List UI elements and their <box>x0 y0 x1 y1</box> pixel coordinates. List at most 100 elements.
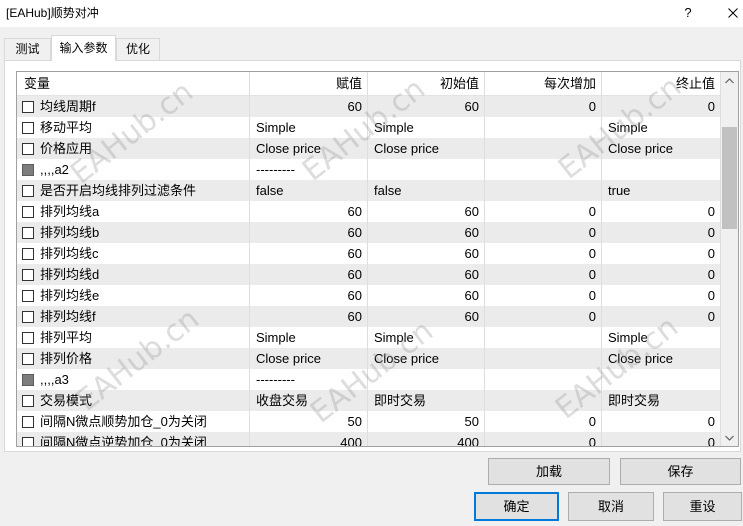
close-button[interactable] <box>722 3 743 23</box>
start-cell[interactable]: 60 <box>368 96 485 117</box>
step-cell[interactable]: 0 <box>485 432 602 446</box>
value-cell[interactable]: 60 <box>250 243 368 264</box>
tab-inputs[interactable]: 输入参数 <box>51 35 116 61</box>
start-cell[interactable]: Close price <box>368 138 485 159</box>
row-checkbox[interactable] <box>22 185 34 197</box>
table-row[interactable]: 排列均线d 60 60 0 0 <box>17 264 721 285</box>
row-checkbox[interactable] <box>22 269 34 281</box>
scroll-down-button[interactable] <box>721 429 738 446</box>
value-cell[interactable]: 收盘交易 <box>250 390 368 411</box>
table-row[interactable]: 排列均线b 60 60 0 0 <box>17 222 721 243</box>
table-row[interactable]: 排列均线e 60 60 0 0 <box>17 285 721 306</box>
stop-cell[interactable]: Simple <box>602 117 721 138</box>
step-cell[interactable] <box>485 180 602 201</box>
start-cell[interactable]: 60 <box>368 243 485 264</box>
load-button[interactable]: 加载 <box>488 458 610 485</box>
value-cell[interactable]: Close price <box>250 138 368 159</box>
reset-button[interactable]: 重设 <box>663 492 742 521</box>
row-checkbox[interactable] <box>22 101 34 113</box>
start-cell[interactable]: 60 <box>368 264 485 285</box>
row-checkbox[interactable] <box>22 437 34 446</box>
column-header-step[interactable]: 每次增加 <box>485 72 602 95</box>
row-checkbox[interactable] <box>22 311 34 323</box>
step-cell[interactable] <box>485 117 602 138</box>
table-row[interactable]: 是否开启均线排列过滤条件 false false true <box>17 180 721 201</box>
start-cell[interactable]: 60 <box>368 201 485 222</box>
start-cell[interactable]: 即时交易 <box>368 390 485 411</box>
step-cell[interactable] <box>485 369 602 390</box>
stop-cell[interactable]: 0 <box>602 201 721 222</box>
stop-cell[interactable]: 0 <box>602 411 721 432</box>
start-cell[interactable]: Simple <box>368 117 485 138</box>
start-cell[interactable]: 60 <box>368 222 485 243</box>
table-row[interactable]: ,,,,a2 --------- <box>17 159 721 180</box>
stop-cell[interactable]: 即时交易 <box>602 390 721 411</box>
tab-test[interactable]: 测试 <box>4 38 51 60</box>
help-button[interactable]: ? <box>677 3 699 23</box>
value-cell[interactable]: 60 <box>250 306 368 327</box>
value-cell[interactable]: 60 <box>250 201 368 222</box>
step-cell[interactable]: 0 <box>485 243 602 264</box>
stop-cell[interactable]: 0 <box>602 264 721 285</box>
table-row[interactable]: 排列价格 Close price Close price Close price <box>17 348 721 369</box>
table-row[interactable]: ,,,,a3 --------- <box>17 369 721 390</box>
value-cell[interactable]: 60 <box>250 264 368 285</box>
cancel-button[interactable]: 取消 <box>568 492 654 521</box>
stop-cell[interactable] <box>602 159 721 180</box>
step-cell[interactable] <box>485 390 602 411</box>
row-checkbox[interactable] <box>22 122 34 134</box>
vertical-scrollbar[interactable] <box>721 72 738 446</box>
step-cell[interactable] <box>485 138 602 159</box>
row-checkbox[interactable] <box>22 248 34 260</box>
value-cell[interactable]: false <box>250 180 368 201</box>
table-row[interactable]: 排列均线f 60 60 0 0 <box>17 306 721 327</box>
step-cell[interactable]: 0 <box>485 411 602 432</box>
column-header-variable[interactable]: 变量 <box>17 72 250 95</box>
step-cell[interactable]: 0 <box>485 306 602 327</box>
table-row[interactable]: 排列均线c 60 60 0 0 <box>17 243 721 264</box>
row-checkbox[interactable] <box>22 416 34 428</box>
value-cell[interactable]: --------- <box>250 159 368 180</box>
table-row[interactable]: 移动平均 Simple Simple Simple <box>17 117 721 138</box>
start-cell[interactable]: 60 <box>368 285 485 306</box>
start-cell[interactable]: 400 <box>368 432 485 446</box>
start-cell[interactable]: Simple <box>368 327 485 348</box>
stop-cell[interactable]: Close price <box>602 348 721 369</box>
start-cell[interactable]: 60 <box>368 306 485 327</box>
row-checkbox[interactable] <box>22 332 34 344</box>
tab-optimize[interactable]: 优化 <box>116 38 160 60</box>
value-cell[interactable]: 400 <box>250 432 368 446</box>
step-cell[interactable] <box>485 327 602 348</box>
row-checkbox[interactable] <box>22 227 34 239</box>
column-header-start[interactable]: 初始值 <box>368 72 485 95</box>
table-row[interactable]: 间隔N微点逆势加仓_0为关闭 400 400 0 0 <box>17 432 721 446</box>
table-row[interactable]: 交易模式 收盘交易 即时交易 即时交易 <box>17 390 721 411</box>
step-cell[interactable] <box>485 159 602 180</box>
column-header-value[interactable]: 赋值 <box>250 72 368 95</box>
value-cell[interactable]: 60 <box>250 96 368 117</box>
column-header-stop[interactable]: 终止值 <box>602 72 721 95</box>
value-cell[interactable]: Simple <box>250 117 368 138</box>
stop-cell[interactable]: 0 <box>602 222 721 243</box>
save-button[interactable]: 保存 <box>620 458 741 485</box>
table-row[interactable]: 排列均线a 60 60 0 0 <box>17 201 721 222</box>
value-cell[interactable]: 60 <box>250 222 368 243</box>
start-cell[interactable]: 50 <box>368 411 485 432</box>
row-checkbox[interactable] <box>22 290 34 302</box>
row-checkbox[interactable] <box>22 143 34 155</box>
step-cell[interactable] <box>485 348 602 369</box>
stop-cell[interactable]: 0 <box>602 243 721 264</box>
value-cell[interactable]: Simple <box>250 327 368 348</box>
stop-cell[interactable]: 0 <box>602 96 721 117</box>
value-cell[interactable]: --------- <box>250 369 368 390</box>
stop-cell[interactable]: 0 <box>602 432 721 446</box>
stop-cell[interactable]: 0 <box>602 285 721 306</box>
start-cell[interactable]: false <box>368 180 485 201</box>
row-checkbox[interactable] <box>22 353 34 365</box>
stop-cell[interactable] <box>602 369 721 390</box>
stop-cell[interactable]: Close price <box>602 138 721 159</box>
step-cell[interactable]: 0 <box>485 264 602 285</box>
start-cell[interactable] <box>368 369 485 390</box>
row-checkbox[interactable] <box>22 206 34 218</box>
stop-cell[interactable]: true <box>602 180 721 201</box>
